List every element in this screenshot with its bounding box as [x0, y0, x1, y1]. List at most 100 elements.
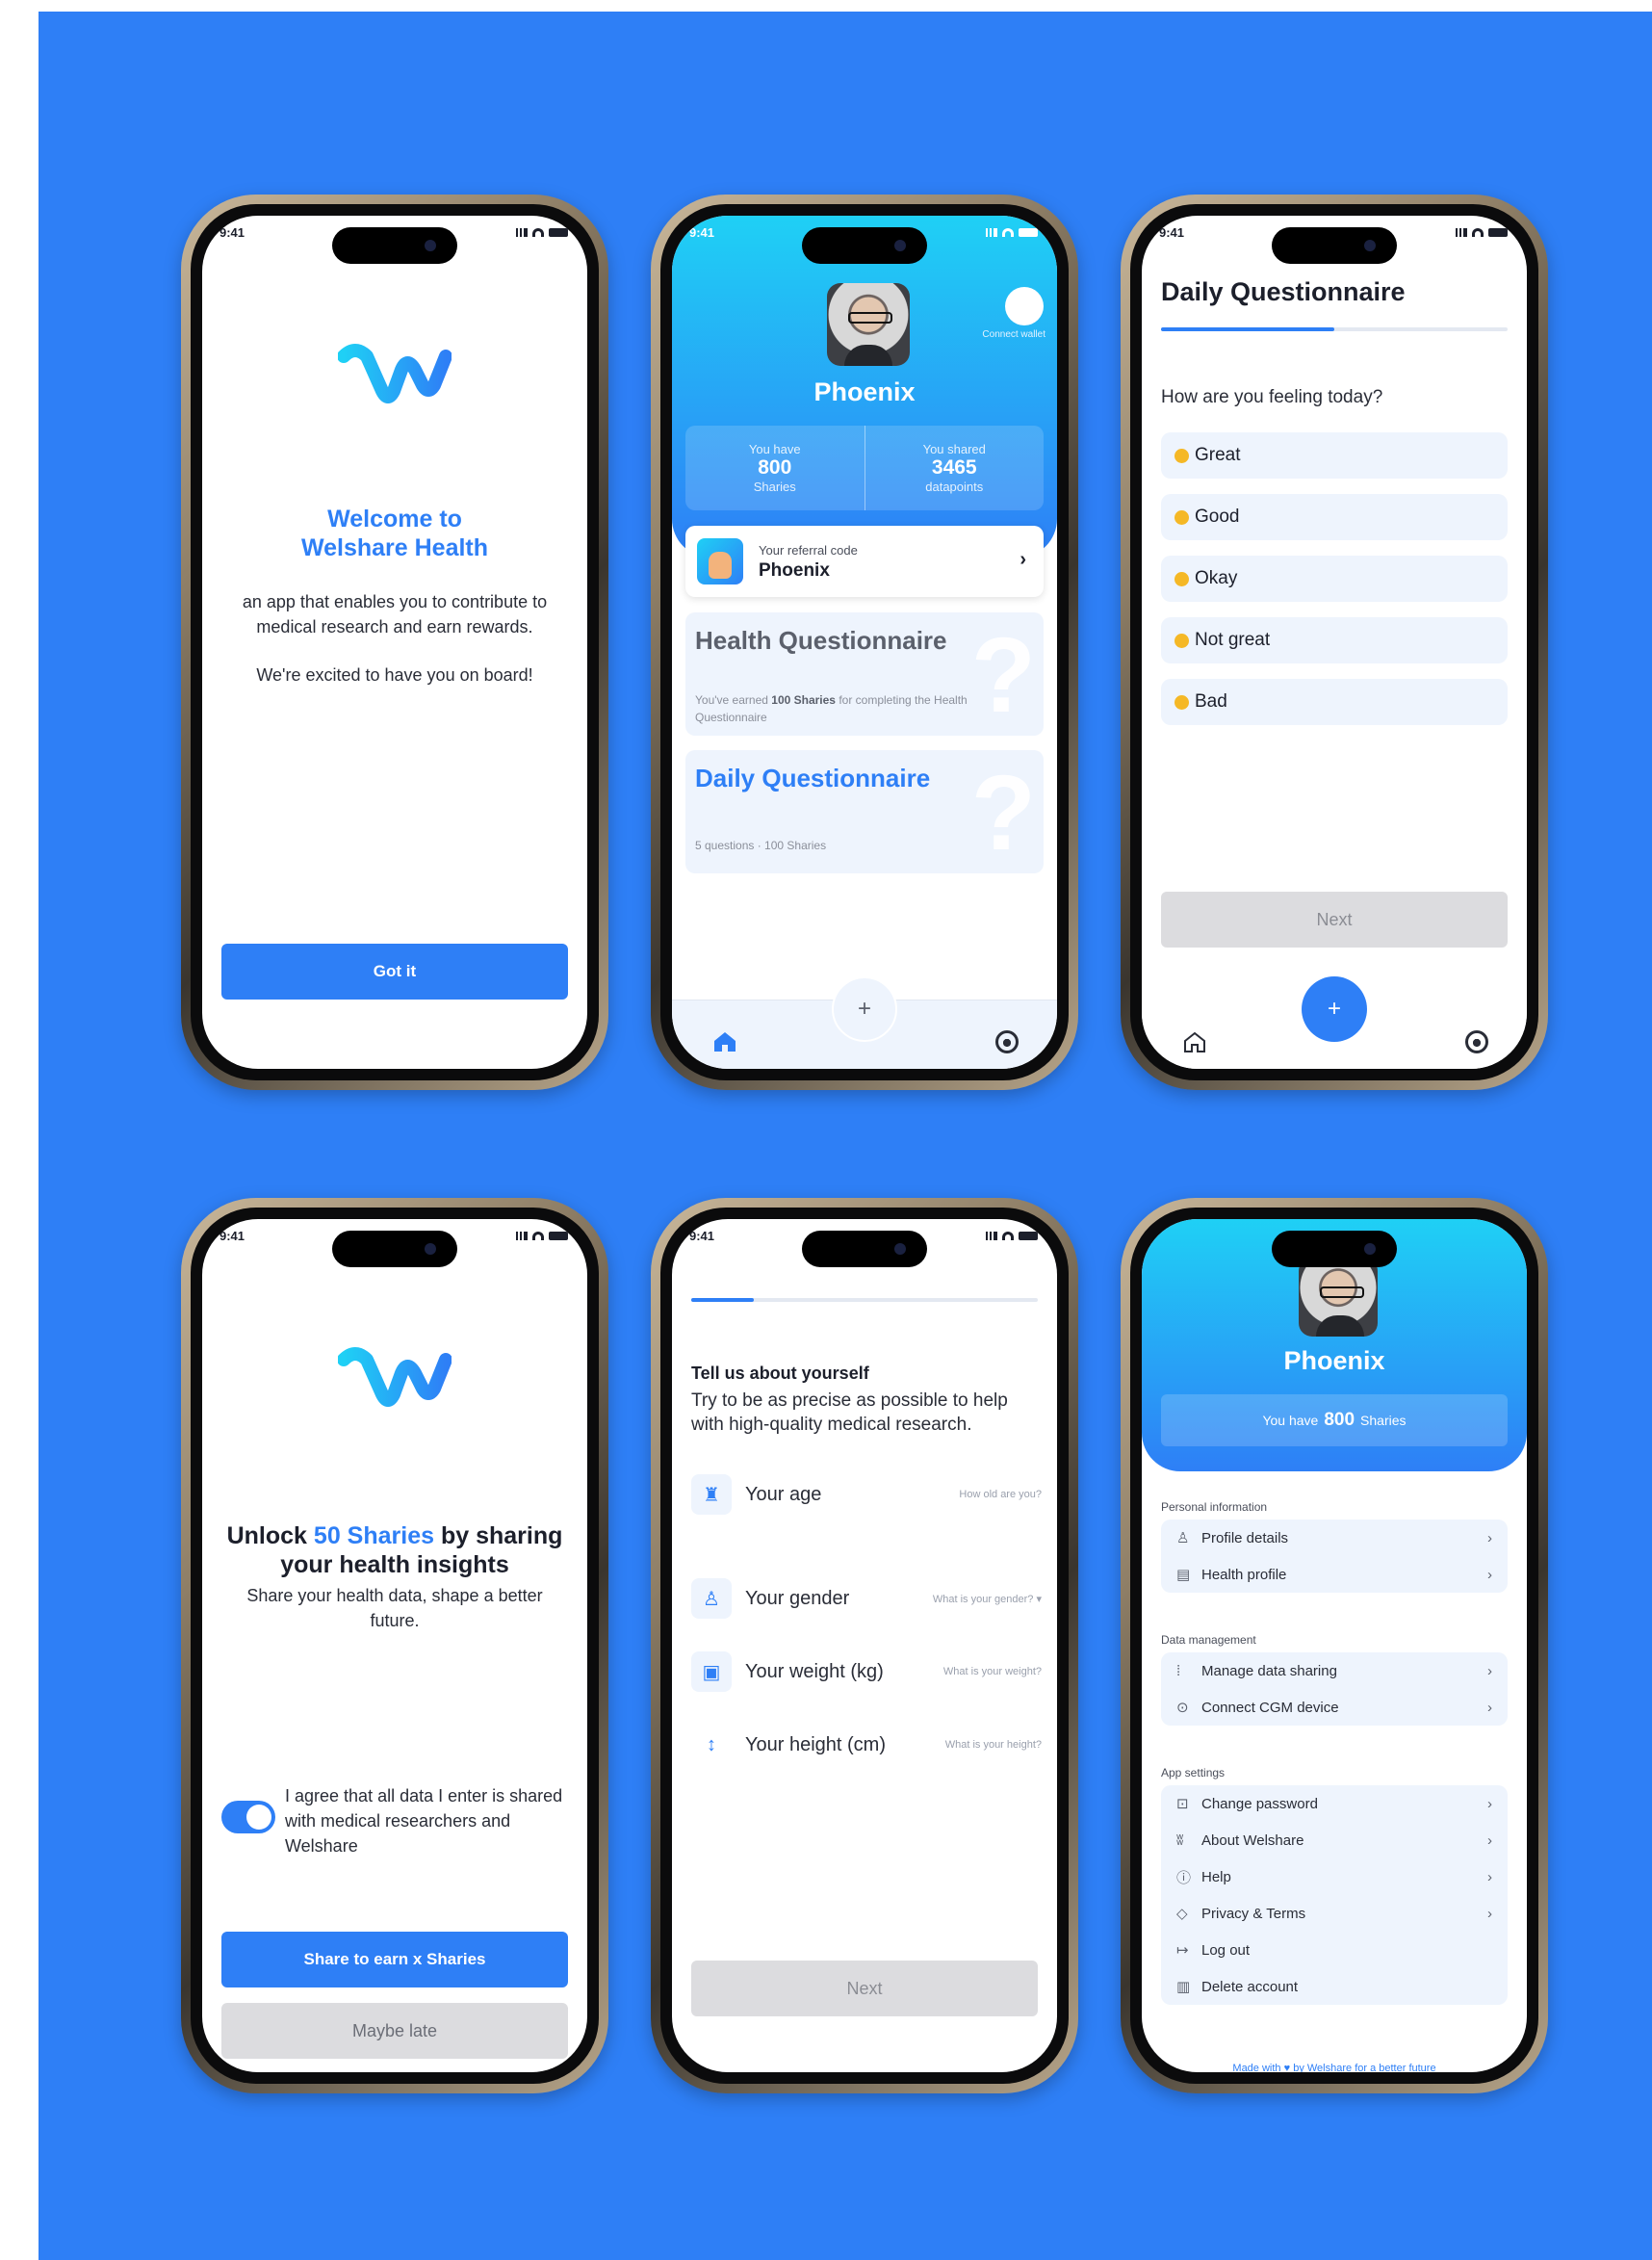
health-questionnaire-card[interactable]: ? Health Questionnaire You've earned 100…	[685, 612, 1044, 736]
add-button[interactable]: +	[1302, 976, 1367, 1042]
sensor-icon: ⊙	[1176, 1700, 1189, 1716]
profile-icon[interactable]	[1465, 1030, 1488, 1053]
dynamic-island	[802, 1231, 927, 1267]
dynamic-island	[332, 227, 457, 264]
health-profile-icon: ▤	[1176, 1567, 1191, 1583]
app-settings-group: ⊡ Change password › ʬ About Welshare › ⓘ Help…	[1161, 1785, 1508, 2005]
share-button[interactable]: Share to earn x Sharies	[221, 1932, 568, 1987]
sharies-label: You have	[748, 442, 801, 456]
chevron-right-icon: ›	[1487, 1529, 1492, 1546]
signal-icon	[984, 1232, 997, 1240]
option-not-great[interactable]: Not great	[1161, 617, 1508, 663]
wifi-icon	[532, 1232, 544, 1240]
cake-icon: ♜	[691, 1474, 732, 1515]
phone-profile-settings: Phoenix You have 800 Sharies Personal in…	[1121, 1198, 1548, 2093]
menu-profile-details[interactable]: ♙ Profile details ›	[1161, 1520, 1508, 1556]
menu-health-profile[interactable]: ▤ Health profile ›	[1161, 1556, 1508, 1593]
shield-icon: ◇	[1176, 1906, 1188, 1922]
sharies-value: 800	[758, 456, 792, 479]
got-it-button[interactable]: Got it	[221, 944, 568, 1000]
grid-icon: ⁞	[1176, 1662, 1181, 1679]
home-icon[interactable]	[1182, 1030, 1207, 1053]
menu-connect-cgm[interactable]: ⊙ Connect CGM device ›	[1161, 1689, 1508, 1726]
age-input[interactable]: How old are you?	[959, 1489, 1042, 1500]
data-management-title: Data management	[1161, 1633, 1256, 1647]
status-time: 9:41	[1159, 225, 1185, 240]
health-questionnaire-title: Health Questionnaire	[695, 626, 947, 655]
next-button[interactable]: Next	[691, 1961, 1038, 2016]
age-field[interactable]: ♜ Your age How old are you?	[691, 1471, 1042, 1518]
option-bad[interactable]: Bad	[1161, 679, 1508, 725]
height-field[interactable]: ↕ Your height (cm) What is your height?	[691, 1722, 1042, 1768]
wifi-icon	[1472, 228, 1484, 237]
referral-code: Phoenix	[759, 560, 830, 581]
bottom-nav: +	[672, 976, 1057, 1069]
connect-wallet-icon[interactable]	[1005, 287, 1044, 325]
profile-icon[interactable]	[995, 1030, 1019, 1053]
datapoints-unit: datapoints	[925, 480, 984, 494]
battery-icon	[1488, 228, 1508, 237]
option-good[interactable]: Good	[1161, 494, 1508, 540]
option-great[interactable]: Great	[1161, 432, 1508, 479]
personal-info-group: ♙ Profile details › ▤ Health profile ›	[1161, 1520, 1508, 1593]
menu-manage-data-sharing[interactable]: ⁞ Manage data sharing ›	[1161, 1652, 1508, 1689]
welshare-logo-icon	[338, 344, 452, 403]
welcome-description: an app that enables you to contribute to…	[242, 592, 548, 636]
maybe-later-button[interactable]: Maybe late	[221, 2003, 568, 2059]
heart-icon: ♥	[1283, 2063, 1291, 2072]
avatar[interactable]	[1299, 1258, 1378, 1337]
signal-icon	[514, 228, 528, 237]
gender-field[interactable]: ♙ Your gender What is your gender? ▾	[691, 1575, 1042, 1622]
progress-fill	[1161, 327, 1334, 331]
personal-info-title: Personal information	[1161, 1500, 1268, 1514]
progress-track	[1161, 327, 1508, 331]
add-button[interactable]: +	[832, 976, 897, 1042]
status-icons	[984, 228, 1038, 237]
scale-icon: ▣	[691, 1651, 732, 1692]
gender-select[interactable]: What is your gender? ▾	[933, 1593, 1042, 1605]
height-input[interactable]: What is your height?	[945, 1739, 1042, 1751]
weight-input[interactable]: What is your weight?	[943, 1666, 1042, 1677]
connect-wallet-label[interactable]: Connect wallet	[978, 329, 1045, 340]
next-button[interactable]: Next	[1161, 892, 1508, 948]
lock-icon: ⊡	[1176, 1796, 1189, 1812]
avatar[interactable]	[827, 283, 910, 366]
page-title: Daily Questionnaire	[1161, 277, 1406, 306]
section-heading: Tell us about yourself	[691, 1364, 869, 1383]
option-okay[interactable]: Okay	[1161, 556, 1508, 602]
chevron-right-icon: ›	[1487, 1831, 1492, 1849]
daily-questionnaire-card[interactable]: ? Daily Questionnaire 5 questions · 100 …	[685, 750, 1044, 873]
logout-icon: ↦	[1176, 1942, 1189, 1959]
menu-about-welshare[interactable]: ʬ About Welshare ›	[1161, 1822, 1508, 1858]
emoji-icon	[1174, 633, 1189, 648]
menu-privacy-terms[interactable]: ◇ Privacy & Terms ›	[1161, 1895, 1508, 1932]
emoji-icon	[1174, 509, 1189, 525]
referral-card[interactable]: Your referral code Phoenix ›	[685, 526, 1044, 597]
phone-welcome: 9:41 Welcome to Welshare Health an app t…	[181, 195, 608, 1090]
battery-icon	[549, 228, 568, 237]
consent-toggle[interactable]	[221, 1801, 275, 1833]
showcase-background: 9:41 Welcome to Welshare Health an app t…	[39, 12, 1652, 2260]
health-questionnaire-desc: You've earned 100 Sharies for completing…	[695, 693, 968, 724]
data-management-group: ⁞ Manage data sharing › ⊙ Connect CGM devic…	[1161, 1652, 1508, 1726]
user-icon: ♙	[1176, 1530, 1190, 1546]
referral-icon	[697, 538, 743, 584]
daily-questionnaire-title: Daily Questionnaire	[695, 764, 931, 792]
battery-icon	[549, 1232, 568, 1240]
status-icons	[1454, 228, 1508, 237]
welshare-logo-icon	[338, 1347, 452, 1407]
profile-name: Phoenix	[813, 377, 916, 406]
home-icon[interactable]	[712, 1030, 737, 1053]
menu-help[interactable]: ⓘ Help ›	[1161, 1858, 1508, 1895]
chevron-right-icon: ›	[1487, 1699, 1492, 1716]
weight-field[interactable]: ▣ Your weight (kg) What is your weight?	[691, 1649, 1042, 1695]
menu-change-password[interactable]: ⊡ Change password ›	[1161, 1785, 1508, 1822]
phone-home: 9:41 Connect wallet Phoenix You have 800…	[651, 195, 1078, 1090]
stats-panel: You have 800 Sharies You shared 3465 dat…	[685, 426, 1044, 510]
menu-delete-account[interactable]: ▥ Delete account	[1161, 1968, 1508, 2005]
status-time: 9:41	[219, 1229, 245, 1243]
dynamic-island	[1272, 227, 1397, 264]
menu-log-out[interactable]: ↦ Log out	[1161, 1932, 1508, 1968]
phone-daily-questionnaire: 9:41 Daily Questionnaire How are you fee…	[1121, 195, 1548, 1090]
sharies-balance: You have 800 Sharies	[1161, 1394, 1508, 1446]
